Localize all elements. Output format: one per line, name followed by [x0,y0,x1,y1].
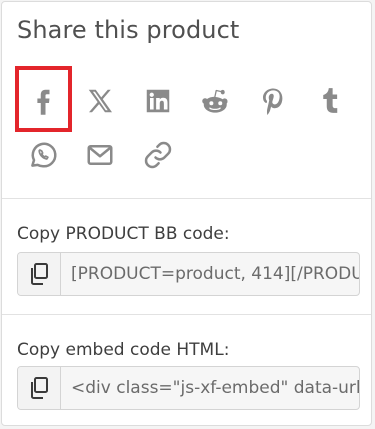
tumblr-icon[interactable] [312,83,348,119]
share-panel: Share this product Copy PRODUCT BB code:… [1,1,372,426]
reddit-icon[interactable] [197,83,233,119]
bb-code-value[interactable]: [PRODUCT=product, 414][/PRODUCT] [71,253,359,295]
pinterest-icon[interactable] [255,83,291,119]
panel-title: Share this product [17,16,240,44]
embed-code-value[interactable]: <div class="js-xf-embed" data-url=" [71,367,359,409]
embed-code-label: Copy embed code HTML: [17,340,230,360]
x-icon[interactable] [82,83,118,119]
email-icon[interactable] [82,137,118,173]
selected-icon-highlight [15,66,72,132]
embed-code-field[interactable]: <div class="js-xf-embed" data-url=" [17,366,360,410]
linkedin-icon[interactable] [140,83,176,119]
bb-code-field[interactable]: [PRODUCT=product, 414][/PRODUCT] [17,252,360,296]
copy-icon [31,263,48,285]
copy-embed-code-button[interactable] [18,367,61,409]
section-divider [2,314,371,315]
whatsapp-icon[interactable] [25,137,61,173]
section-divider [2,198,371,199]
link-icon[interactable] [140,137,176,173]
copy-bb-code-button[interactable] [18,253,61,295]
copy-icon [31,377,48,399]
bb-code-label: Copy PRODUCT BB code: [17,224,230,244]
